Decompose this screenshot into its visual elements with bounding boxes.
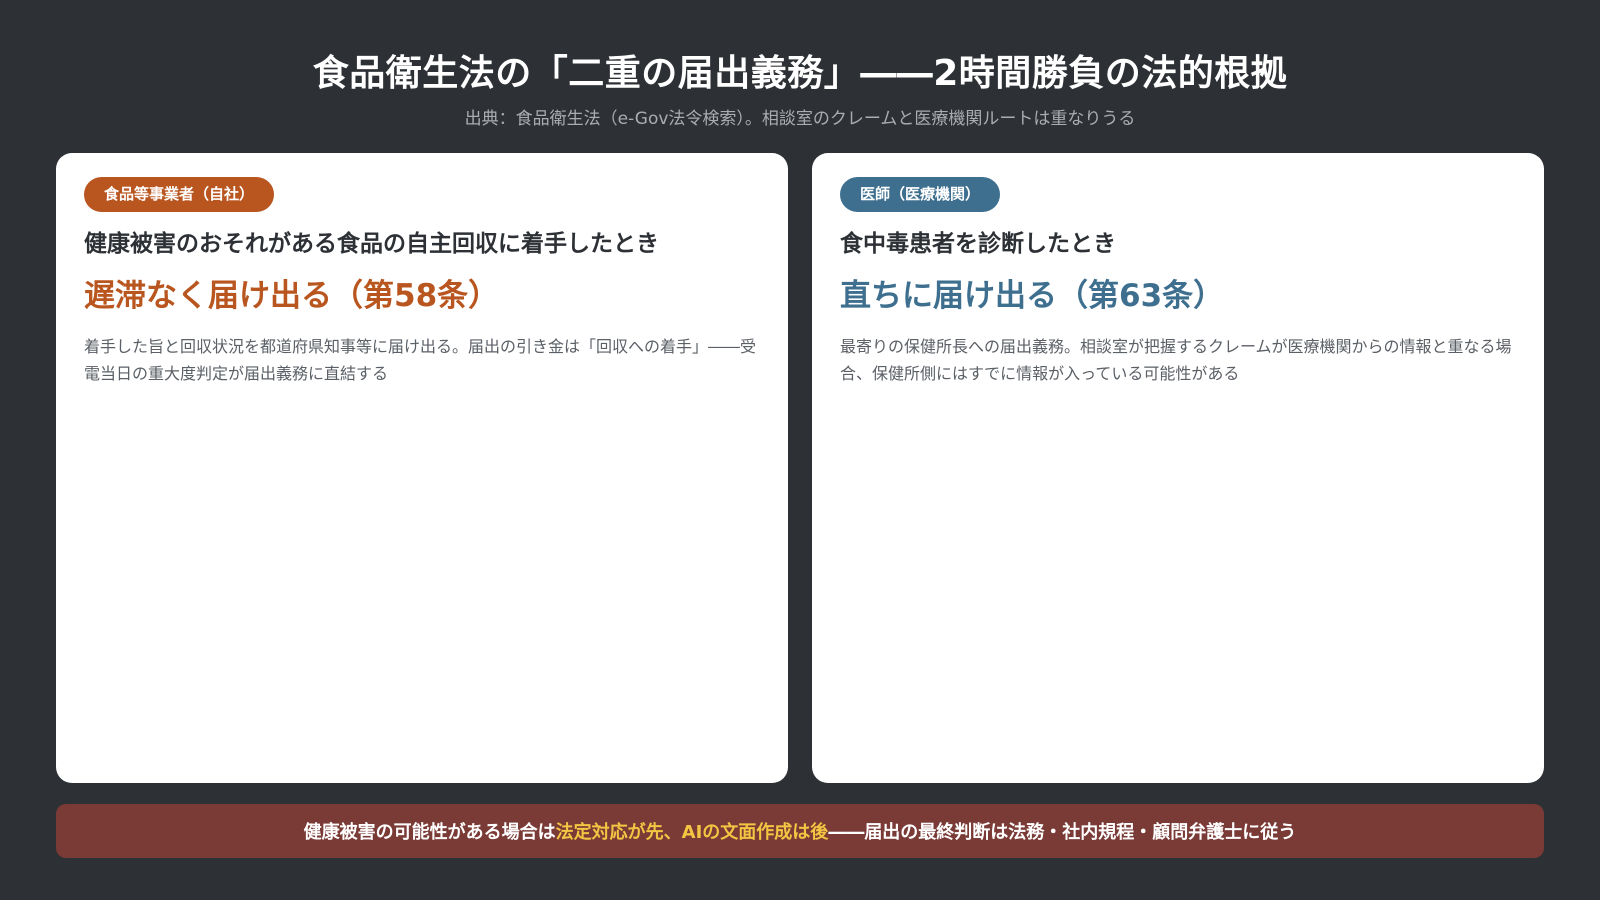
card-duty: 遅滞なく届け出る（第58条） <box>84 278 500 314</box>
card-business-operator: 食品等事業者（自社） 健康被害のおそれがある食品の自主回収に着手したとき 遅滞な… <box>56 153 788 783</box>
badge-business-operator: 食品等事業者（自社） <box>84 177 275 212</box>
badge-physician: 医師（医療機関） <box>840 177 1001 212</box>
page-subtitle: 出典：食品衛生法（e-Gov法令検索）。相談室のクレームと医療機関ルートは重なり… <box>464 109 1136 129</box>
banner-highlight: 法定対応が先、AIの文面作成は後 <box>555 822 829 843</box>
slide: 食品衛生法の「二重の届出義務」――2時間勝負の法的根拠 出典：食品衛生法（e-G… <box>0 0 1600 900</box>
banner-text-after: ――届出の最終判断は法務・社内規程・顧問弁護士に従う <box>828 822 1297 843</box>
card-duty: 直ちに届け出る（第63条） <box>840 278 1225 314</box>
card-condition: 健康被害のおそれがある食品の自主回収に着手したとき <box>84 231 659 257</box>
card-condition: 食中毒患者を診断したとき <box>840 231 1116 257</box>
card-description: 着手した旨と回収状況を都道府県知事等に届け出る。届出の引き金は「回収への着手」―… <box>84 337 757 383</box>
card-physician: 医師（医療機関） 食中毒患者を診断したとき 直ちに届け出る（第63条） 最寄りの… <box>812 153 1544 783</box>
banner-text-before: 健康被害の可能性がある場合は <box>303 822 556 843</box>
warning-banner: 健康被害の可能性がある場合は 法定対応が先、AIの文面作成は後 ――届出の最終判断は… <box>56 804 1544 858</box>
card-description: 最寄りの保健所長への届出義務。相談室が把握するクレームが医療機関からの情報と重な… <box>840 337 1512 383</box>
page-title: 食品衛生法の「二重の届出義務」――2時間勝負の法的根拠 <box>312 53 1288 94</box>
